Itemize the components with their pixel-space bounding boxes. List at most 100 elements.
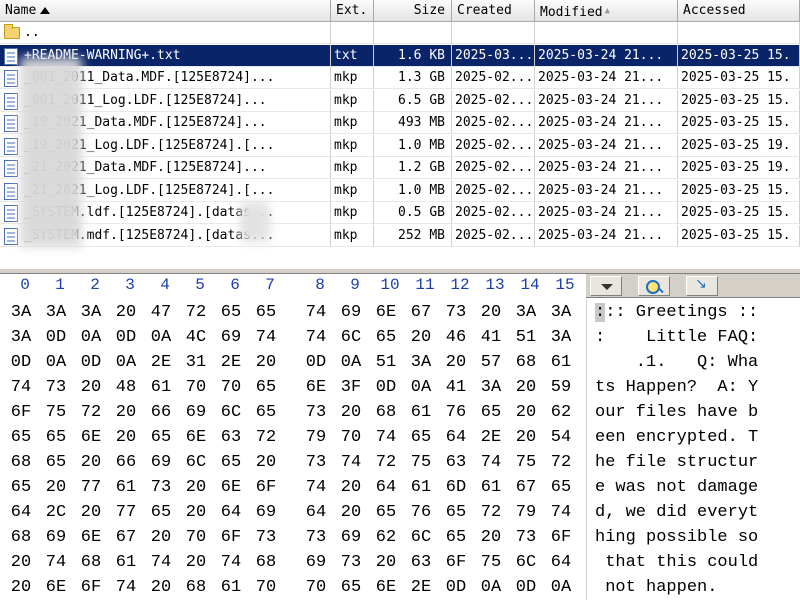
hex-byte[interactable]: 68 <box>251 550 281 575</box>
hex-text-row[interactable]: that this could <box>595 550 758 575</box>
hex-byte[interactable]: 0A <box>146 325 176 350</box>
hex-byte[interactable]: 0A <box>336 350 366 375</box>
hex-byte[interactable]: 74 <box>251 325 281 350</box>
hex-byte[interactable]: 20 <box>181 550 211 575</box>
hex-byte[interactable]: 65 <box>441 525 471 550</box>
hex-byte[interactable]: 69 <box>216 325 246 350</box>
hex-byte[interactable]: 3A <box>6 300 36 325</box>
hex-byte[interactable]: 77 <box>111 500 141 525</box>
hex-byte[interactable]: 20 <box>511 425 541 450</box>
hex-byte[interactable]: 65 <box>146 500 176 525</box>
hex-byte[interactable]: 63 <box>216 425 246 450</box>
hex-byte[interactable]: 74 <box>301 475 331 500</box>
hex-byte[interactable]: 73 <box>251 525 281 550</box>
hex-byte[interactable]: 64 <box>441 425 471 450</box>
hex-text-row[interactable]: .1. Q: Wha <box>595 350 758 375</box>
hex-byte[interactable]: 74 <box>546 500 576 525</box>
hex-byte[interactable]: 20 <box>6 575 36 600</box>
hex-byte[interactable]: 74 <box>146 550 176 575</box>
hex-byte[interactable]: 46 <box>441 325 471 350</box>
hex-text-row[interactable]: : Little FAQ: <box>595 325 758 350</box>
hex-byte[interactable]: 73 <box>441 300 471 325</box>
hex-byte[interactable]: 20 <box>336 500 366 525</box>
hex-byte[interactable]: 68 <box>6 450 36 475</box>
hex-byte[interactable]: 75 <box>511 450 541 475</box>
column-header-name[interactable]: Name <box>0 0 331 22</box>
hex-byte[interactable]: 6E <box>76 525 106 550</box>
hex-byte[interactable]: 59 <box>546 375 576 400</box>
hex-byte[interactable]: 0D <box>76 350 106 375</box>
hex-byte[interactable]: 65 <box>336 575 366 600</box>
hex-byte[interactable]: 77 <box>76 475 106 500</box>
hex-byte[interactable]: 70 <box>181 375 211 400</box>
file-row[interactable]: _001_2011_Data.MDF.[125E8724]... mkp 1.3 G… <box>0 67 800 90</box>
hex-byte[interactable]: 65 <box>476 400 506 425</box>
column-header-modified[interactable]: Modified ▲ <box>535 0 678 22</box>
hex-byte[interactable]: 67 <box>111 525 141 550</box>
hex-byte[interactable]: 2E <box>476 425 506 450</box>
hex-byte[interactable]: 75 <box>476 550 506 575</box>
hex-byte[interactable]: 3A <box>546 300 576 325</box>
hex-byte[interactable]: 41 <box>441 375 471 400</box>
hex-byte[interactable]: 6C <box>511 550 541 575</box>
hex-text-column[interactable]: ::: Greetings ::: Little FAQ: .1. Q: Wha… <box>586 300 800 600</box>
hex-text-row[interactable]: he file structur <box>595 450 758 475</box>
hex-byte[interactable]: 2C <box>41 500 71 525</box>
hex-byte[interactable]: 48 <box>111 375 141 400</box>
hex-text-row[interactable]: e was not damage <box>595 475 758 500</box>
hex-byte[interactable]: 20 <box>476 525 506 550</box>
hex-byte[interactable]: 0A <box>76 325 106 350</box>
hex-byte[interactable]: 65 <box>406 425 436 450</box>
hex-byte[interactable]: 61 <box>216 575 246 600</box>
hex-byte[interactable]: 66 <box>146 400 176 425</box>
hex-byte[interactable]: 64 <box>216 500 246 525</box>
hex-byte[interactable]: 6F <box>441 550 471 575</box>
file-row[interactable]: _19_2021_Log.LDF.[125E8724].[... mkp 1.0 M… <box>0 134 800 158</box>
hex-byte[interactable]: 0D <box>441 575 471 600</box>
hex-byte[interactable]: 6E <box>371 575 401 600</box>
hex-byte[interactable]: 20 <box>476 300 506 325</box>
hex-byte[interactable]: 65 <box>251 300 281 325</box>
hex-byte[interactable]: 65 <box>251 400 281 425</box>
hex-byte[interactable]: 3A <box>41 300 71 325</box>
column-header-accessed[interactable]: Accessed <box>678 0 800 22</box>
hex-text-row[interactable]: ts Happen? A: Y <box>595 375 758 400</box>
hex-byte[interactable]: 20 <box>181 500 211 525</box>
hex-byte[interactable]: 69 <box>181 400 211 425</box>
hex-byte[interactable]: 20 <box>511 400 541 425</box>
hex-byte[interactable]: 61 <box>111 475 141 500</box>
hex-byte[interactable]: 74 <box>216 550 246 575</box>
hex-byte[interactable]: 20 <box>251 350 281 375</box>
hex-byte[interactable]: 72 <box>251 425 281 450</box>
hex-text-row[interactable]: een encrypted. T <box>595 425 758 450</box>
hex-byte[interactable]: 0A <box>111 350 141 375</box>
hex-byte[interactable]: 74 <box>371 425 401 450</box>
hex-byte[interactable]: 69 <box>251 500 281 525</box>
hex-byte[interactable]: 69 <box>41 525 71 550</box>
hex-byte[interactable]: 20 <box>146 525 176 550</box>
hex-byte[interactable]: 74 <box>476 450 506 475</box>
hex-byte[interactable]: 72 <box>181 300 211 325</box>
file-row[interactable]: _SYSTEM.mdf.[125E8724].[datas... mkp 252 M… <box>0 224 800 248</box>
hex-byte[interactable]: 63 <box>406 550 436 575</box>
hex-byte[interactable]: 72 <box>371 450 401 475</box>
hex-byte[interactable]: 75 <box>406 450 436 475</box>
hex-byte[interactable]: 64 <box>546 550 576 575</box>
hex-text-row[interactable]: ::: Greetings :: <box>595 300 758 325</box>
file-row[interactable]: _19_2021_Data.MDF.[125E8724]... mkp 493 MB… <box>0 112 800 135</box>
hex-text-row[interactable]: our files have b <box>595 400 758 425</box>
hex-text-row[interactable]: hing possible so <box>595 525 758 550</box>
file-row[interactable]: _001_2011_Log.LDF.[125E8724]... mkp 6.5 GB… <box>0 89 800 113</box>
hex-byte[interactable]: 6E <box>41 575 71 600</box>
magnifier-icon[interactable] <box>638 276 670 296</box>
hex-byte[interactable]: 3A <box>476 375 506 400</box>
hex-byte[interactable]: 75 <box>41 400 71 425</box>
hex-byte[interactable]: 6E <box>76 425 106 450</box>
hex-byte[interactable]: 3A <box>76 300 106 325</box>
hex-byte[interactable]: 73 <box>301 525 331 550</box>
hex-text-row[interactable]: d, we did everyt <box>595 500 758 525</box>
hex-byte[interactable]: 6E <box>371 300 401 325</box>
hex-byte[interactable]: 64 <box>301 500 331 525</box>
hex-byte[interactable]: 41 <box>476 325 506 350</box>
hex-byte[interactable]: 65 <box>6 475 36 500</box>
